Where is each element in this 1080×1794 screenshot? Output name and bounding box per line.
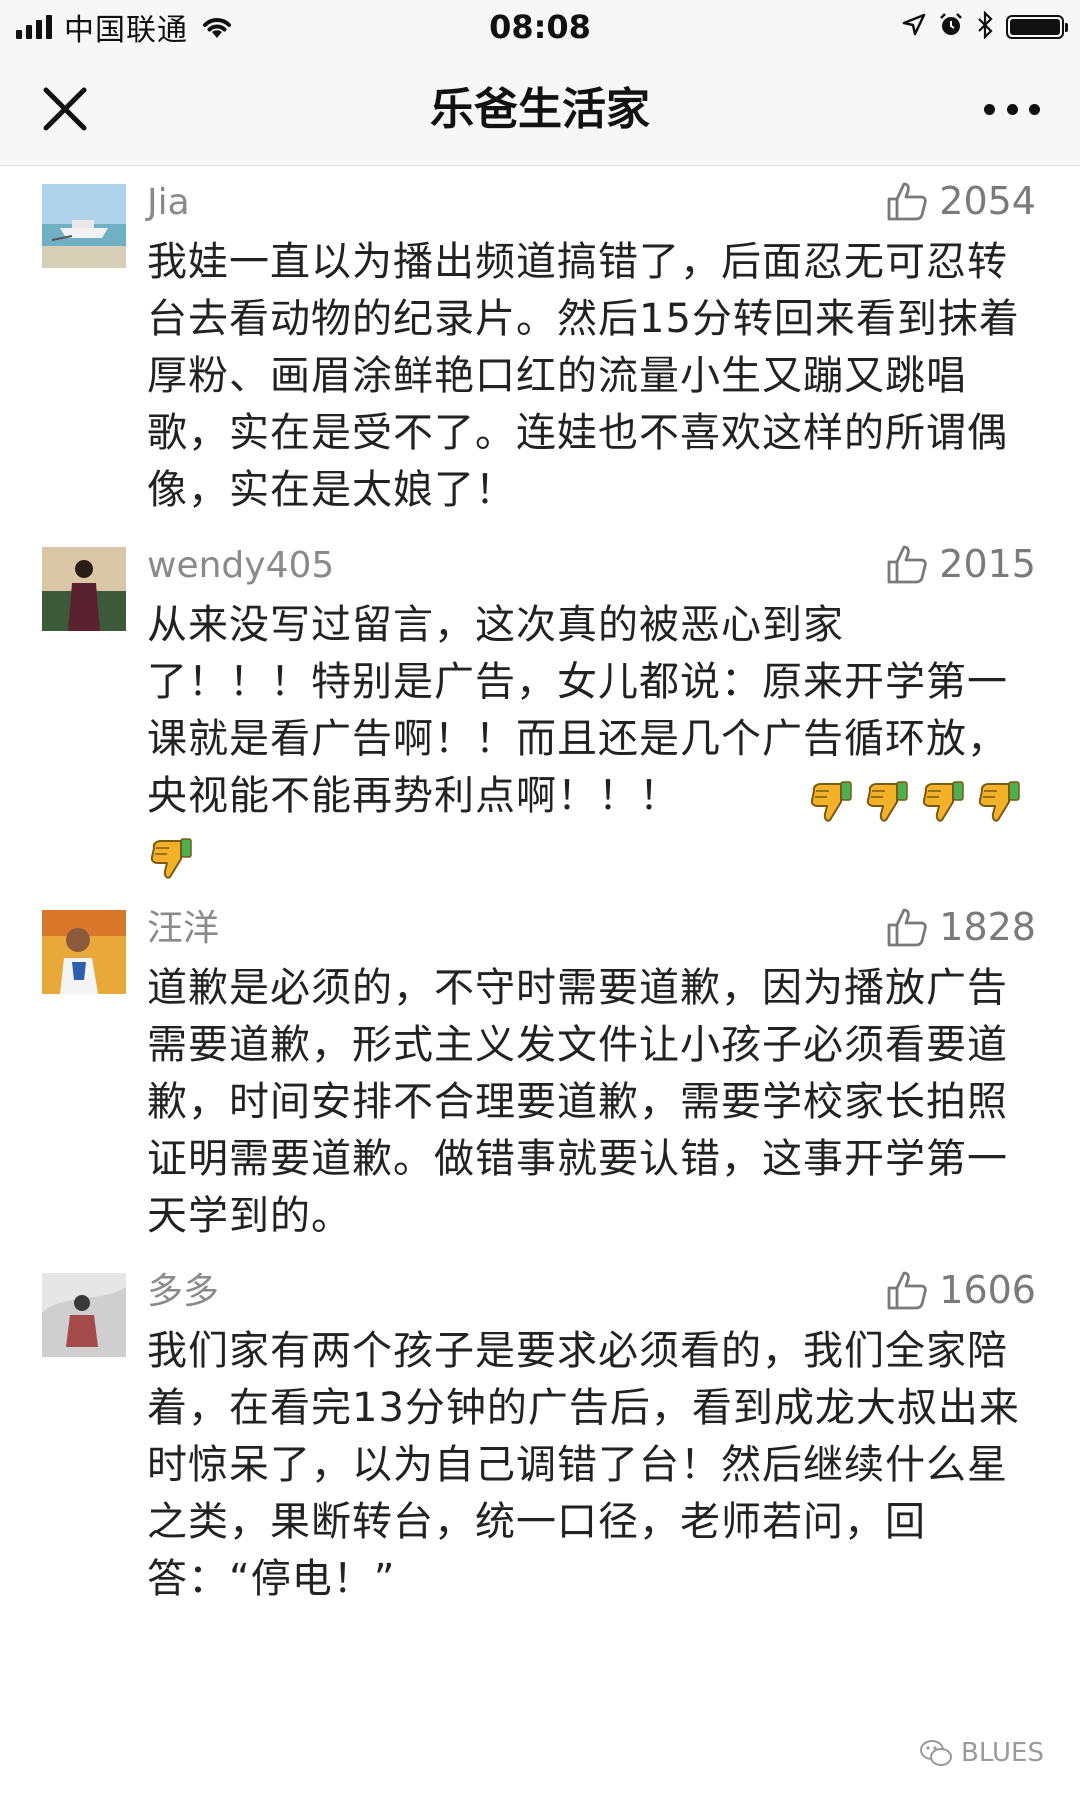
thumbs-down-emoji	[975, 776, 1023, 828]
more-dot-icon	[984, 103, 995, 115]
thumbs-down-emoji	[807, 776, 855, 828]
thumbs-down-emoji	[147, 833, 195, 885]
avatar[interactable]	[42, 547, 126, 631]
thumbs-up-icon	[887, 908, 928, 947]
comment-username: 多多	[147, 1271, 220, 1312]
like-button[interactable]: 1828	[885, 902, 1036, 952]
thumbs-down-emoji	[919, 776, 967, 828]
emoji-row	[147, 833, 195, 885]
comment-text: 道歉是必须的，不守时需要道歉，因为播放广告需要道歉，形式主义发文件让小孩子必须看…	[147, 965, 1008, 1239]
bluetooth-icon	[976, 10, 994, 43]
like-count: 2054	[939, 179, 1036, 223]
more-dot-icon	[1029, 103, 1040, 115]
like-button[interactable]: 2054	[885, 176, 1036, 226]
status-bar: 中国联通 08:08	[0, 0, 1080, 54]
avatar[interactable]	[42, 1273, 126, 1357]
page-title: 乐爸生活家	[430, 84, 650, 135]
thumbs-up-icon	[887, 545, 928, 584]
emoji-row	[807, 776, 1023, 828]
like-count: 1606	[939, 1268, 1036, 1312]
battery-icon	[1006, 15, 1068, 39]
alarm-clock-icon	[938, 12, 964, 42]
nav-bar: 乐爸生活家	[0, 54, 1080, 166]
location-arrow-icon	[902, 13, 926, 41]
comment-text: 我们家有两个孩子是要求必须看的，我们全家陪着，在看完13分钟的广告后，看到成龙大…	[147, 1328, 1020, 1602]
comment-username: wendy405	[147, 545, 335, 586]
comment-text: 我娃一直以为播出频道搞错了，后面忍无可忍转台去看动物的纪录片。然后15分转回来看…	[147, 239, 1020, 513]
close-button[interactable]	[40, 84, 90, 134]
more-dot-icon	[1006, 103, 1018, 115]
like-button[interactable]: 1606	[885, 1265, 1036, 1315]
like-button[interactable]: 2015	[885, 539, 1036, 589]
like-count: 2015	[939, 542, 1036, 586]
close-icon	[43, 87, 87, 131]
thumbs-up-icon	[887, 1271, 928, 1310]
watermark: BLUES	[919, 1738, 1044, 1768]
thumbs-up-icon	[887, 182, 928, 221]
comment-username: 汪洋	[147, 908, 220, 949]
avatar[interactable]	[42, 184, 126, 268]
more-options-button[interactable]	[984, 94, 1040, 124]
thumbs-down-emoji	[863, 776, 911, 828]
like-count: 1828	[939, 905, 1036, 949]
wechat-icon	[920, 1740, 952, 1766]
comment-username: Jia	[147, 182, 190, 223]
watermark-text: BLUES	[961, 1738, 1044, 1768]
avatar[interactable]	[42, 910, 126, 994]
status-right	[902, 6, 1068, 48]
